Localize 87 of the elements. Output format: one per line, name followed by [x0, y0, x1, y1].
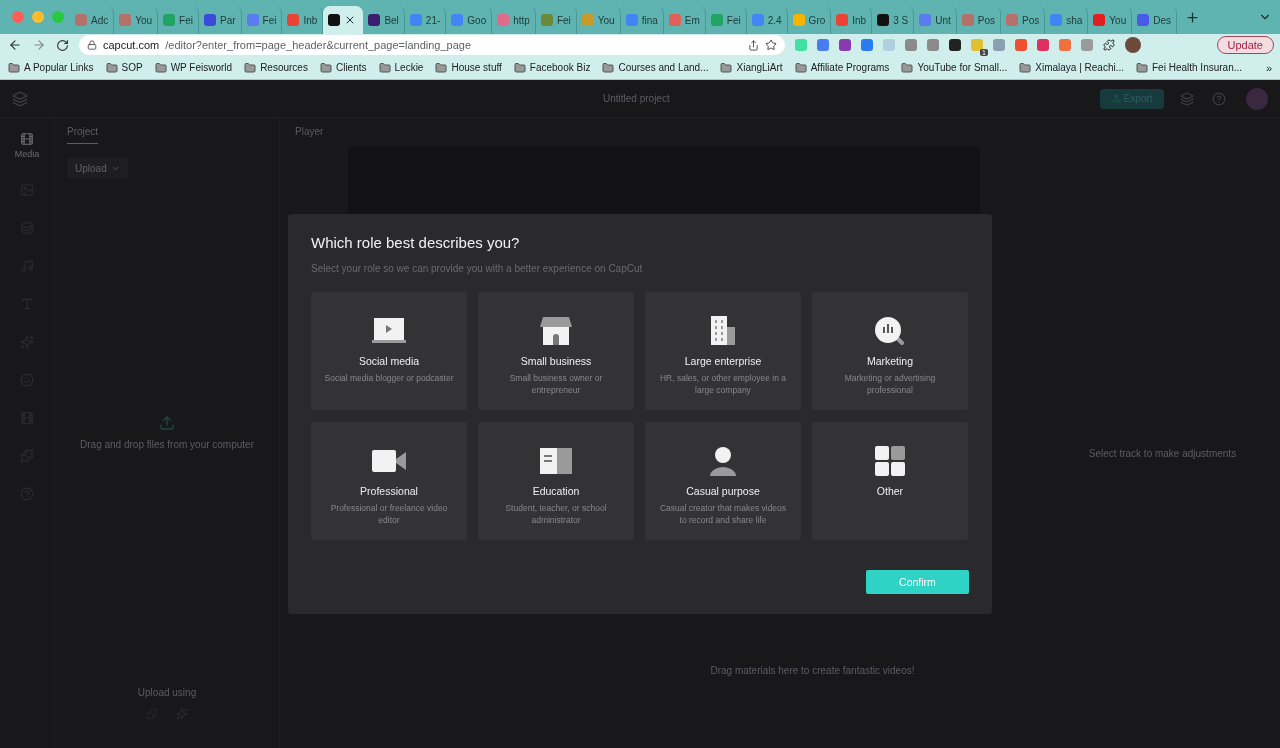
role-description: HR, sales, or other employee in a large company [658, 372, 788, 396]
role-title: Social media [358, 355, 420, 367]
layers-icon[interactable] [1180, 91, 1194, 106]
role-card[interactable]: Social media Social media blogger or podcaster [311, 292, 467, 410]
folder-icon [602, 61, 615, 74]
drop-hint: Drag and drop files from your computer [80, 439, 254, 450]
folder-icon [513, 61, 526, 74]
role-title: Large enterprise [684, 355, 762, 367]
forward-icon[interactable] [32, 38, 46, 52]
upload-icon [1111, 94, 1121, 103]
bookmark-link[interactable]: Resources [244, 61, 308, 74]
folder-icon [1019, 61, 1032, 74]
inspector-hint: Select track to make adjustments [1088, 447, 1237, 459]
upload-icon [159, 415, 175, 431]
role-description: Small business owner or entrepreneur [508, 372, 604, 396]
profile-avatar[interactable] [1246, 87, 1268, 110]
folder-icon [244, 61, 257, 74]
role-card[interactable]: Other [812, 422, 968, 540]
update-button[interactable]: Update [1216, 36, 1274, 54]
folder-icon [720, 61, 733, 74]
role-title: Education [532, 485, 580, 497]
bookmark-link[interactable]: Courses and Land... [602, 61, 709, 74]
bookmark-link[interactable]: Affiliate Programs [794, 61, 890, 74]
folder-icon [794, 61, 807, 74]
minimize-window-button[interactable] [32, 11, 44, 23]
role-card[interactable]: Large enterprise HR, sales, or other employee in a large company [645, 292, 801, 410]
role-card[interactable]: Small business Small business owner or entrepreneur [478, 292, 634, 410]
puzzle-icon[interactable] [1103, 39, 1115, 51]
lock-icon [87, 40, 97, 50]
upload-button[interactable]: Upload [67, 158, 128, 178]
folder-icon [435, 61, 448, 74]
film-icon [20, 132, 34, 146]
book-icon [538, 445, 574, 477]
upload-using-label: Upload using [137, 687, 197, 698]
role-card[interactable]: Casual purpose Casual creator that makes videos to record and share life [645, 422, 801, 540]
share-icon[interactable] [748, 39, 759, 51]
new-tab-icon[interactable] [1185, 9, 1201, 25]
bookmark-link[interactable]: A Popular Links [8, 61, 94, 74]
role-title: Professional [360, 485, 418, 497]
panel-tab[interactable]: Project [67, 126, 99, 144]
role-card[interactable]: Marketing Marketing or advertising professional [812, 292, 968, 410]
bookmark-link[interactable]: XiangLiArt [720, 61, 783, 74]
role-description: Student, teacher, or school administrator [504, 502, 608, 526]
back-icon[interactable] [8, 38, 22, 52]
role-card[interactable]: Education Student, teacher, or school administrator [478, 422, 634, 540]
dialog-title: Which role best describes you? [311, 234, 521, 251]
folder-icon [8, 61, 20, 74]
avatar-icon[interactable] [1125, 37, 1141, 53]
bookmark-link[interactable]: Clients [319, 61, 367, 74]
role-description: Professional or freelance video editor [329, 502, 449, 526]
address-bar[interactable]: capcut.com /editor?enter_from=page_header&current_page=landing_page [79, 35, 785, 55]
store-icon [538, 315, 574, 347]
role-title: Casual purpose [686, 485, 760, 497]
folder-icon [378, 61, 391, 74]
role-description: Casual creator that makes videos to record and share life [658, 502, 788, 526]
folder-icon [1136, 61, 1148, 74]
browser-tab[interactable] [323, 6, 364, 34]
help-icon[interactable] [1212, 91, 1226, 106]
folder-icon [319, 61, 332, 74]
grid-icon [872, 445, 908, 477]
bookmark-link[interactable]: Ximalaya | Reachi... [1019, 61, 1124, 74]
project-title: Untitled project [603, 93, 670, 104]
timeline-hint: Drag materials here to create fantastic videos! [710, 665, 915, 676]
bookmark-link[interactable]: Fei Health Insuran... [1136, 61, 1243, 74]
more-bookmarks-button[interactable]: » [1265, 61, 1272, 74]
bookmark-link[interactable]: Leckie [378, 61, 424, 74]
extension-icon[interactable] [971, 39, 983, 51]
extension-icon[interactable] [949, 39, 961, 51]
role-description: Marketing or advertising professional [843, 372, 937, 396]
bookmark-link[interactable]: WP Feisworld [154, 61, 233, 74]
role-title: Marketing [866, 355, 914, 367]
bookmark-link[interactable]: YouTube for Small... [901, 61, 1008, 74]
folder-icon [901, 61, 914, 74]
folder-icon [105, 61, 118, 74]
role-title: Other [876, 485, 904, 497]
sidebar-item[interactable]: Media [14, 132, 40, 159]
bookmark-link[interactable]: Facebook Biz [513, 61, 591, 74]
role-description: Social media blogger or podcaster [323, 372, 455, 384]
star-icon[interactable] [765, 39, 777, 51]
role-card[interactable]: Professional Professional or freelance video editor [311, 422, 467, 540]
reload-icon[interactable] [56, 38, 69, 52]
bookmark-link[interactable]: House stuff [435, 61, 502, 74]
player-label: Player [295, 126, 325, 137]
folder-icon [154, 61, 167, 74]
close-window-button[interactable] [12, 11, 24, 23]
bookmark-link[interactable]: SOP [105, 61, 143, 74]
role-title: Small business [520, 355, 592, 367]
